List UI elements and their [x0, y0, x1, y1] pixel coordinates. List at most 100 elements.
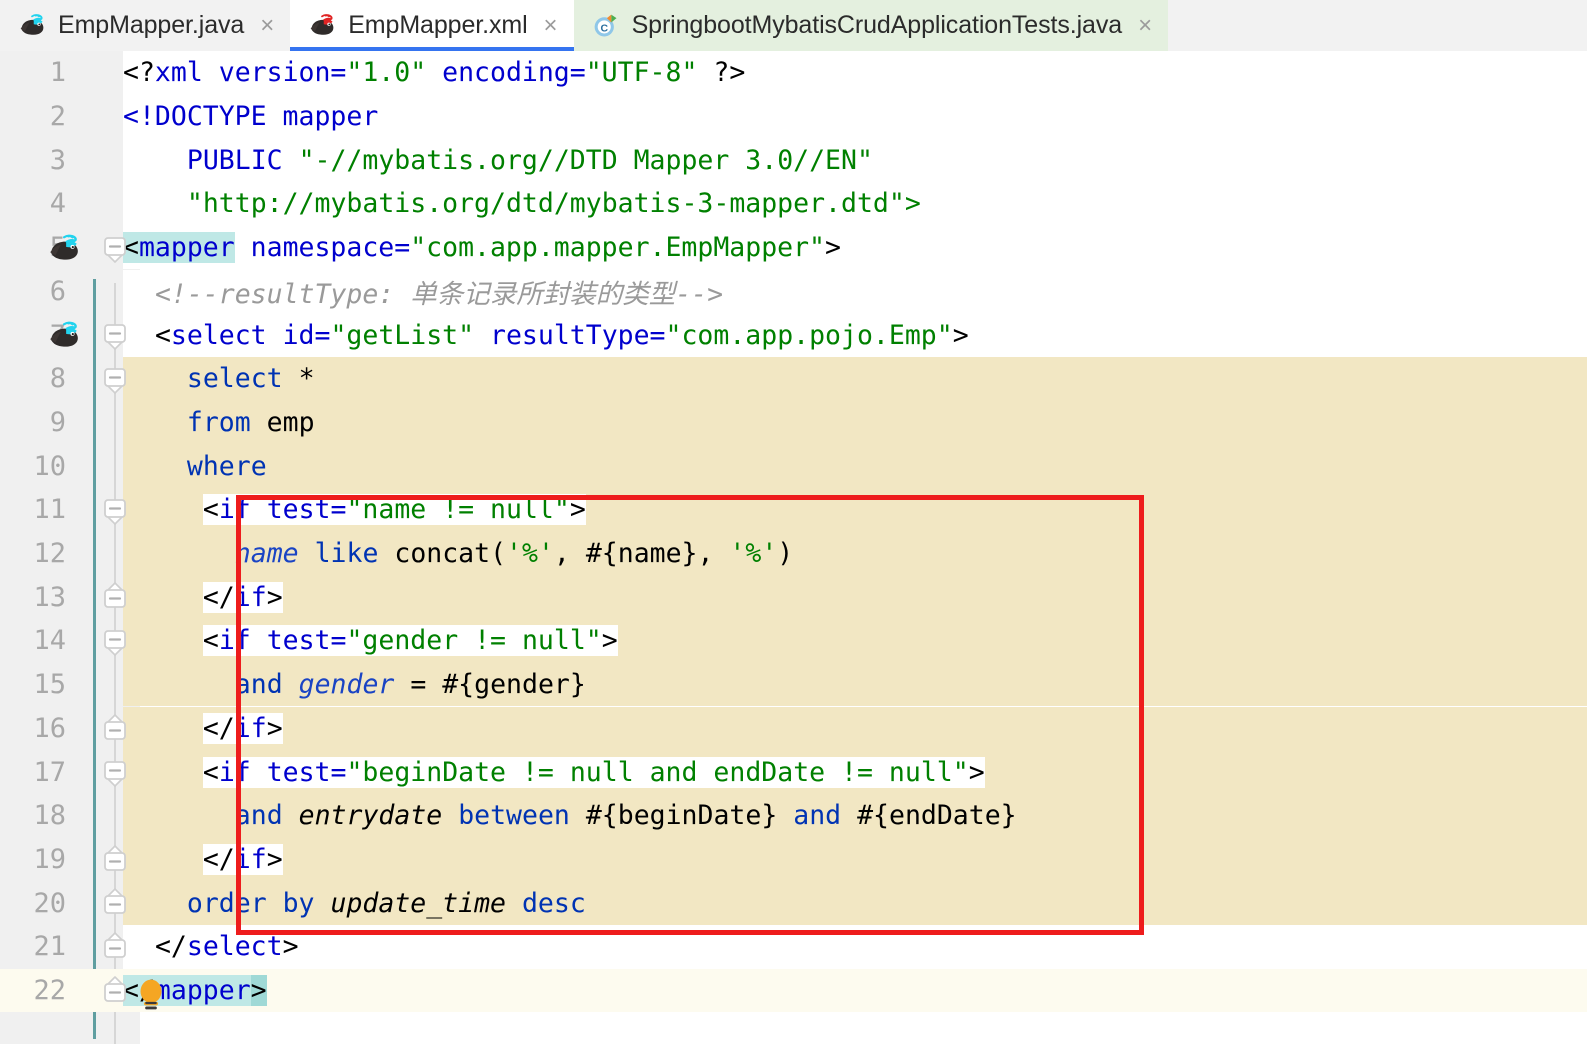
code-line[interactable]: 19 </if >	[0, 837, 1587, 882]
code-line[interactable]: 18 and entrydate between #{beginDate} and…	[0, 793, 1587, 838]
code-token: #{endDate}	[841, 800, 1017, 832]
line-content: from emp	[123, 401, 1587, 445]
code-token: "beginDate != null and endDate != null"	[346, 756, 969, 788]
code-token: >	[601, 625, 618, 657]
fold-marker-line-22[interactable]	[100, 975, 130, 1007]
code-token: <	[202, 625, 219, 657]
code-line[interactable]: 22 </mapper >	[0, 968, 1587, 1013]
tab-label: EmpMapper.xml	[348, 11, 528, 39]
mybatis-bird-cyan-icon	[18, 12, 46, 40]
editor-tab-2[interactable]: EmpMapper.xml ×	[290, 0, 574, 51]
code-line[interactable]: 8 select *	[0, 356, 1587, 401]
code-token: "com.app.mapper.EmpMapper"	[410, 232, 826, 264]
code-token: order by	[186, 887, 315, 919]
code-line[interactable]: 5<mapper namespace="com.app.mapper.EmpMa…	[0, 225, 1587, 270]
code-token: and	[793, 800, 842, 832]
fold-marker-line-8[interactable]	[100, 363, 130, 395]
code-token: if	[234, 712, 267, 744]
code-token: mapper	[138, 232, 235, 264]
editor-tab-bar: EmpMapper.java × EmpMapper.xml × C Springboot…	[0, 0, 1587, 51]
code-token: >	[266, 843, 283, 875]
editor-tab-1[interactable]: EmpMapper.java ×	[0, 0, 291, 51]
code-token: select	[170, 319, 267, 351]
code-token: = #{gender}	[394, 669, 586, 701]
code-token: <	[202, 756, 219, 788]
code-token: "UTF-8"	[585, 57, 698, 89]
code-editor[interactable]: 1 <? xml version= "1.0" encoding= "UTF-8" ?>…	[0, 51, 1587, 1044]
line-content: </mapper >	[123, 969, 1587, 1013]
code-token: "name != null"	[346, 494, 570, 526]
code-line[interactable]: 12 name like concat('%', #{name}, '%')	[0, 531, 1587, 576]
code-line[interactable]: 7<select id="getList" resultType="com.ap…	[0, 313, 1587, 357]
mybatis-navigation-bird-icon[interactable]	[45, 319, 83, 353]
code-line[interactable]: 14 < if test= "gender != null" >	[0, 619, 1587, 663]
line-content: <? xml version= "1.0" encoding= "UTF-8" ?>	[123, 51, 1587, 95]
fold-marker-line-16[interactable]	[100, 713, 130, 745]
close-icon[interactable]: ×	[260, 13, 274, 38]
code-line[interactable]: 11 < if test= "name != null" >	[0, 488, 1587, 532]
fold-marker-line-19[interactable]	[100, 844, 130, 876]
code-line[interactable]: 6 <!--resultType: 单条记录所封装的类型-->	[0, 269, 1587, 314]
line-number: 17	[33, 756, 66, 788]
fold-marker-line-5[interactable]	[100, 232, 130, 264]
line-number: 6	[49, 275, 66, 307]
fold-marker-line-20[interactable]	[100, 887, 130, 919]
intention-bulb-icon[interactable]	[137, 979, 165, 1013]
code-line[interactable]: 10 where	[0, 444, 1587, 488]
fold-marker-line-17[interactable]	[100, 756, 130, 788]
line-content: </if >	[123, 707, 1587, 751]
fold-marker-line-7[interactable]	[100, 319, 130, 351]
line-number: 21	[33, 931, 66, 963]
code-line[interactable]: 16 </if >	[0, 706, 1587, 751]
code-token: <	[202, 494, 219, 526]
line-content: </select >	[123, 925, 1587, 969]
mybatis-navigation-bird-icon[interactable]	[45, 232, 83, 266]
code-token: "-//mybatis.org//DTD Mapper 3.0//EN"	[298, 144, 873, 176]
code-line[interactable]: 15 and gender = #{gender}	[0, 662, 1587, 707]
line-content: name like concat('%', #{name}, '%')	[123, 532, 1587, 576]
code-token: from	[186, 406, 251, 438]
close-icon[interactable]: ×	[544, 13, 558, 38]
code-line[interactable]: 9 from emp	[0, 400, 1587, 445]
code-token: if	[234, 581, 267, 613]
line-number: 4	[49, 188, 66, 220]
code-token: if	[218, 494, 251, 526]
code-token: mapper	[154, 975, 251, 1007]
code-line[interactable]: 2 <!DOCTYPE mapper	[0, 94, 1587, 139]
code-token: '%'	[506, 538, 554, 570]
line-content: where	[123, 444, 1587, 488]
code-token: >	[282, 931, 299, 963]
line-number: 22	[33, 975, 66, 1007]
line-number: 12	[33, 538, 66, 570]
code-token: encoding=	[426, 57, 586, 89]
line-content: < select id= "getList" resultType= "com.app…	[123, 313, 1587, 357]
fold-marker-line-21[interactable]	[100, 931, 130, 963]
line-number: 14	[33, 625, 66, 657]
editor-tab-3[interactable]: C SpringbootMybatisCrudApplicationTests.j…	[573, 0, 1169, 51]
code-token: select	[186, 363, 283, 395]
fold-marker-line-14[interactable]	[100, 625, 130, 657]
code-line[interactable]: 1 <? xml version= "1.0" encoding= "UTF-8" ?>	[0, 51, 1587, 95]
code-line[interactable]: 21 </select >	[0, 925, 1587, 969]
code-token: ?>	[697, 57, 746, 89]
code-line[interactable]: 17 < if test= "beginDate != null and endDat…	[0, 750, 1587, 794]
code-token: >	[569, 494, 586, 526]
fold-marker-line-11[interactable]	[100, 494, 130, 526]
fold-marker-line-13[interactable]	[100, 581, 130, 613]
code-token: "http://mybatis.org/dtd/mybatis-3-mapper…	[186, 188, 921, 220]
code-token: if	[218, 756, 251, 788]
code-line[interactable]: 20 order by update_time desc	[0, 881, 1587, 925]
close-icon[interactable]: ×	[1138, 13, 1152, 38]
code-token: >	[825, 232, 841, 264]
code-token: gender	[298, 669, 395, 701]
code-token: </	[202, 843, 235, 875]
code-token: <!DOCTYPE mapper	[123, 101, 379, 133]
line-number: 19	[33, 843, 66, 875]
code-line[interactable]: 4 "http://mybatis.org/dtd/mybatis-3-mappe…	[0, 182, 1587, 226]
code-line[interactable]: 13 </if >	[0, 575, 1587, 620]
line-content: <!DOCTYPE mapper	[123, 95, 1587, 139]
code-line[interactable]: 3 PUBLIC "-//mybatis.org//DTD Mapper 3.0/…	[0, 138, 1587, 183]
